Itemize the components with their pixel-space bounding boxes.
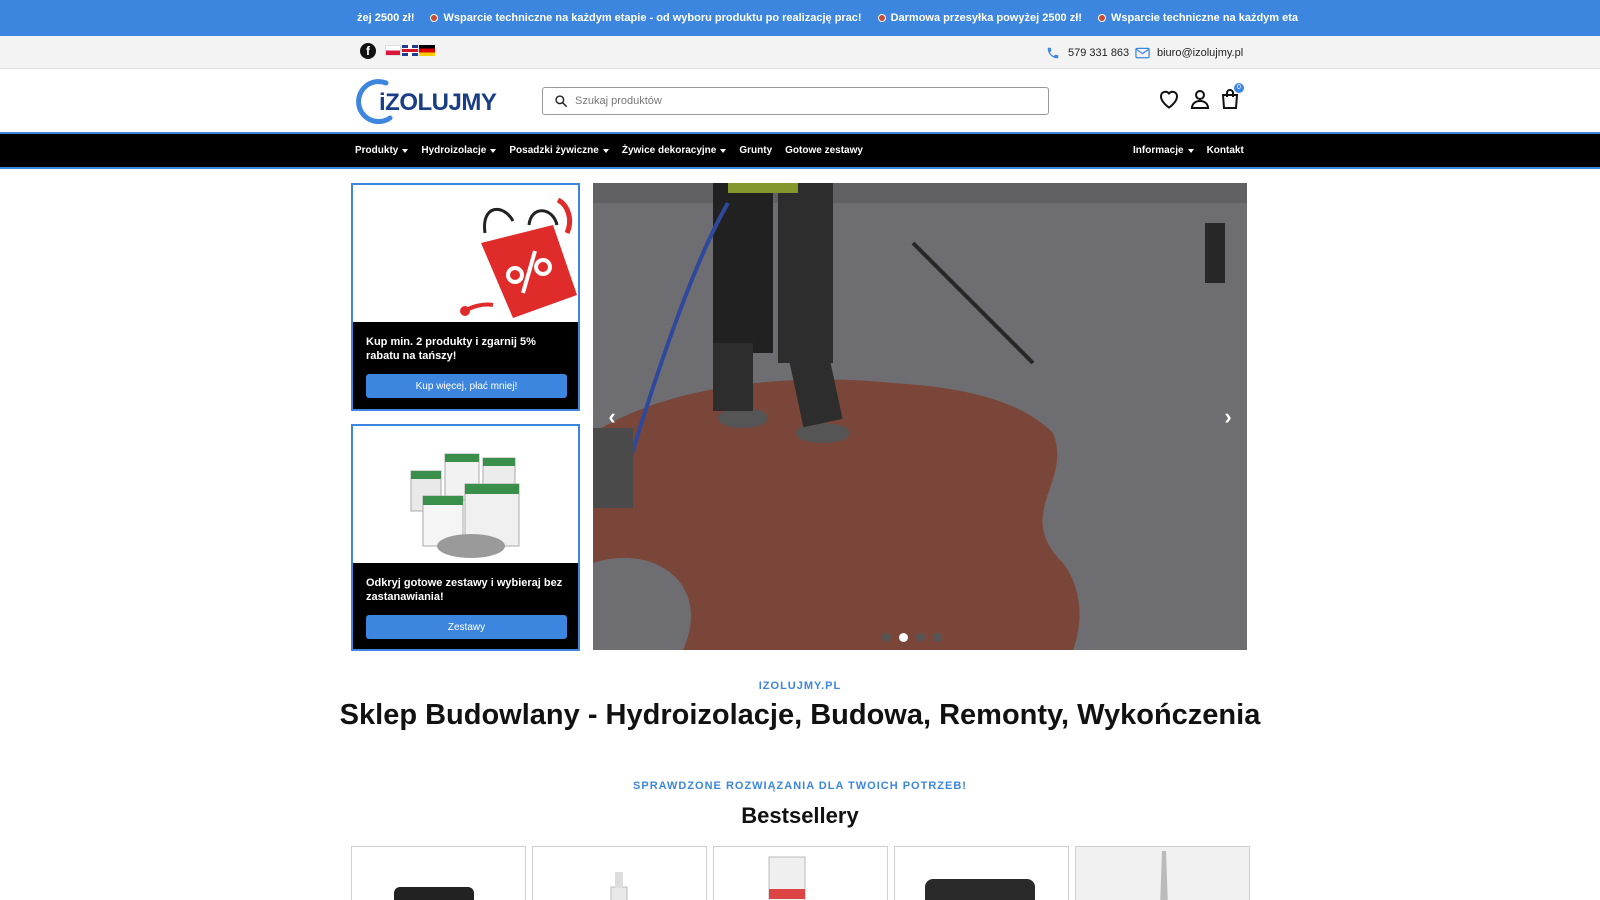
product-image bbox=[394, 887, 474, 900]
caret-down-icon bbox=[720, 148, 727, 153]
announcement-track: żej 2500 zł! Wsparcie techniczne na każd… bbox=[357, 0, 1314, 36]
product-buckets-photo bbox=[353, 426, 578, 563]
slider-prev-arrow-icon[interactable]: ‹ bbox=[600, 404, 624, 429]
product-card[interactable] bbox=[351, 846, 526, 900]
cart-count-badge: 0 bbox=[1234, 83, 1244, 93]
product-image bbox=[610, 872, 628, 900]
announcement-item: żej 2500 zł! bbox=[357, 12, 415, 24]
worker-spraying-roof-coating-photo bbox=[593, 183, 1247, 650]
language-switcher bbox=[385, 45, 435, 56]
discount-bag-illustration bbox=[353, 185, 578, 322]
buy-more-button[interactable]: Kup więcej, płać mniej! bbox=[366, 374, 567, 398]
promo-text: Kup min. 2 produkty i zgarnij 5% rabatu … bbox=[366, 336, 536, 362]
search-box bbox=[542, 87, 1049, 115]
product-card[interactable] bbox=[894, 846, 1069, 900]
mail-icon bbox=[1134, 45, 1150, 61]
flag-gb-icon[interactable] bbox=[402, 45, 418, 56]
announcement-item: Wsparcie techniczne na każdym eta bbox=[1097, 12, 1298, 24]
promo-text: Odkryj gotowe zestawy i wybieraj bez zas… bbox=[366, 577, 563, 603]
user-icon[interactable] bbox=[1188, 87, 1212, 111]
product-image bbox=[1160, 851, 1168, 900]
slider-dot[interactable] bbox=[933, 633, 942, 642]
utility-bar bbox=[0, 36, 1600, 69]
facebook-icon[interactable]: f bbox=[360, 43, 376, 59]
product-image bbox=[768, 856, 806, 900]
product-card[interactable] bbox=[713, 846, 888, 900]
nav-item-posadzki[interactable]: Posadzki żywiczne bbox=[509, 145, 609, 156]
main-nav-left: Produkty Hydroizolacje Posadzki żywiczne… bbox=[355, 134, 863, 167]
heart-icon[interactable] bbox=[1157, 87, 1181, 111]
sets-button[interactable]: Zestawy bbox=[366, 615, 567, 639]
product-card[interactable] bbox=[1075, 846, 1250, 900]
search-input[interactable] bbox=[575, 95, 1015, 107]
main-nav: Produkty Hydroizolacje Posadzki żywiczne… bbox=[0, 132, 1600, 169]
slider-dot-active[interactable] bbox=[899, 633, 908, 642]
caret-down-icon bbox=[1187, 148, 1194, 153]
flag-de-icon[interactable] bbox=[419, 45, 435, 56]
nav-item-informacje[interactable]: Informacje bbox=[1133, 145, 1194, 156]
slider-dots bbox=[882, 633, 942, 642]
nav-item-zywice[interactable]: Żywice dekoracyjne bbox=[622, 145, 727, 156]
main-nav-right: Informacje Kontakt bbox=[1133, 134, 1244, 167]
announcement-bar: żej 2500 zł! Wsparcie techniczne na każd… bbox=[0, 0, 1600, 36]
phone-icon bbox=[1045, 45, 1061, 61]
bullet-icon bbox=[1097, 14, 1106, 22]
product-card[interactable] bbox=[532, 846, 707, 900]
bestsellers-kicker: SPRAWDZONE ROZWIĄZANIA DLA TWOICH POTRZE… bbox=[633, 780, 967, 792]
hero-slider: ‹ › bbox=[593, 183, 1247, 650]
product-image bbox=[925, 879, 1035, 900]
slider-next-arrow-icon[interactable]: › bbox=[1216, 404, 1240, 429]
caret-down-icon bbox=[602, 148, 609, 153]
nav-item-grunty[interactable]: Grunty bbox=[739, 145, 772, 156]
caret-down-icon bbox=[402, 148, 409, 153]
slider-dot[interactable] bbox=[916, 633, 925, 642]
nav-item-hydroizolacje[interactable]: Hydroizolacje bbox=[421, 145, 497, 156]
bestsellers-grid bbox=[351, 846, 1250, 900]
promo-card-sets: Odkryj gotowe zestawy i wybieraj bez zas… bbox=[351, 424, 580, 651]
nav-item-produkty[interactable]: Produkty bbox=[355, 145, 409, 156]
nav-item-zestawy[interactable]: Gotowe zestawy bbox=[785, 145, 863, 156]
flag-pl-icon[interactable] bbox=[385, 45, 401, 56]
phone-link[interactable]: 579 331 863 bbox=[1045, 36, 1129, 69]
slider-dot[interactable] bbox=[882, 633, 891, 642]
announcement-item: Wsparcie techniczne na każdym etapie - o… bbox=[430, 12, 862, 24]
bullet-icon bbox=[430, 14, 439, 22]
announcement-item: Darmowa przesyłka powyżej 2500 zł! bbox=[877, 12, 1082, 24]
logo-text[interactable]: iZOLUJMY bbox=[379, 89, 497, 117]
bullet-icon bbox=[877, 14, 886, 22]
phone-number: 579 331 863 bbox=[1068, 46, 1130, 59]
nav-item-kontakt[interactable]: Kontakt bbox=[1207, 145, 1244, 156]
promo-card-discount: Kup min. 2 produkty i zgarnij 5% rabatu … bbox=[351, 183, 580, 411]
page-title: Sklep Budowlany - Hydroizolacje, Budowa,… bbox=[339, 699, 1261, 731]
email-link[interactable]: biuro@izolujmy.pl bbox=[1134, 36, 1243, 69]
email-address: biuro@izolujmy.pl bbox=[1157, 46, 1244, 59]
bestsellers-title: Bestsellery bbox=[741, 803, 859, 828]
search-icon[interactable] bbox=[554, 94, 568, 108]
caret-down-icon bbox=[490, 148, 497, 153]
section-kicker: IZOLUJMY.PL bbox=[758, 680, 842, 692]
